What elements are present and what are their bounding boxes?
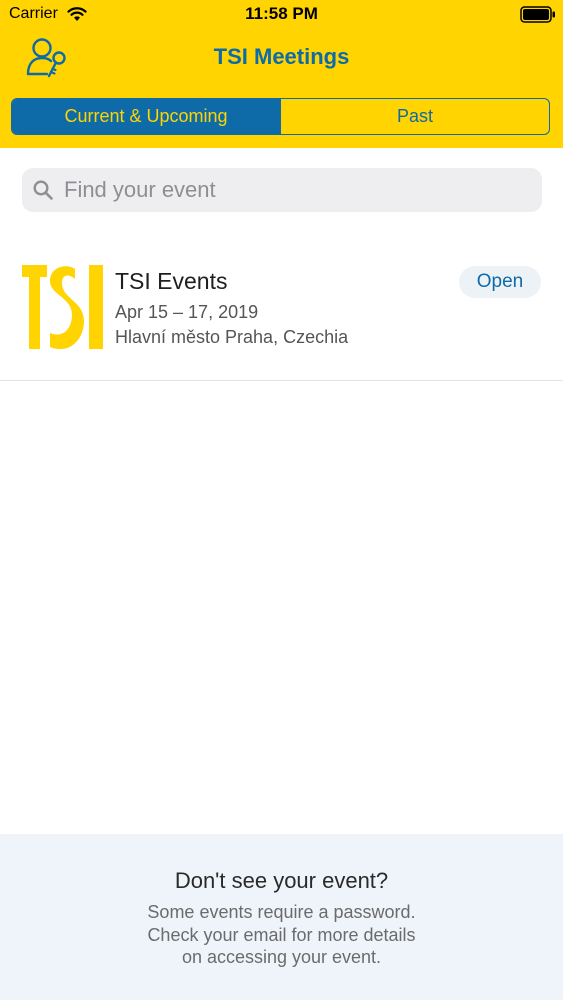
- tab-current-upcoming[interactable]: Current & Upcoming: [12, 99, 280, 134]
- event-name: TSI Events: [115, 268, 228, 294]
- page-title: TSI Meetings: [213, 44, 350, 69]
- search-bar: [22, 168, 542, 212]
- search-icon: [33, 180, 53, 200]
- battery-icon: [520, 6, 555, 23]
- help-line: on accessing your event.: [181, 947, 382, 967]
- event-filter-tabs: Current & Upcoming Past: [11, 98, 550, 135]
- help-text: Some events require a password. Check yo…: [0, 901, 563, 969]
- status-time: 11:58 PM: [245, 4, 318, 23]
- help-title: Don't see your event?: [174, 868, 389, 893]
- tsi-logo: [22, 265, 103, 349]
- help-line: Some events require a password.: [147, 902, 416, 922]
- help-line: Check your email for more details: [147, 924, 416, 945]
- event-location: Hlavní město Praha, Czechia: [115, 327, 349, 347]
- open-event-button[interactable]: Open: [459, 266, 541, 298]
- tab-past[interactable]: Past: [280, 99, 549, 134]
- search-input[interactable]: [64, 168, 524, 212]
- app-header: Carrier 11:58 PM TSI Meetings Current & …: [0, 0, 563, 148]
- missing-event-help: Don't see your event? Some events requir…: [0, 834, 563, 1000]
- event-list-item[interactable]: TSI Events Apr 15 – 17, 2019 Hlavní měst…: [0, 240, 563, 381]
- event-dates: Apr 15 – 17, 2019: [115, 302, 259, 322]
- status-bar: Carrier 11:58 PM: [0, 0, 563, 30]
